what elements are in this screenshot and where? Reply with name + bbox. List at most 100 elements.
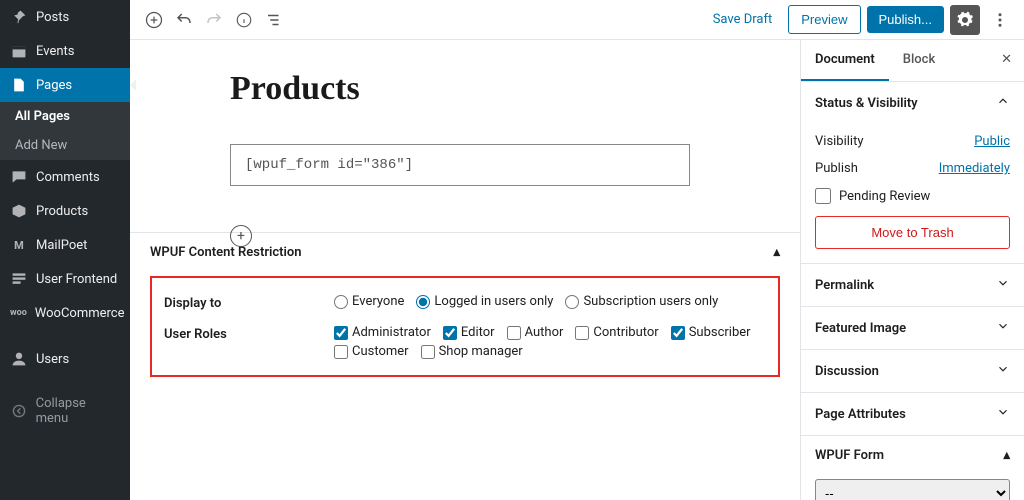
chevron-up-icon: ▴ [773, 245, 780, 260]
chevron-down-icon [996, 319, 1010, 337]
user-roles-options: Administrator Editor Author Contributor … [334, 325, 766, 359]
undo-button[interactable] [170, 6, 198, 34]
add-block-inline-button[interactable]: + [230, 225, 252, 247]
checkbox-customer[interactable] [334, 345, 348, 359]
redo-button[interactable] [200, 6, 228, 34]
section-featured-image[interactable]: Featured Image [801, 307, 1024, 349]
publish-value[interactable]: Immediately [939, 161, 1010, 176]
visibility-value[interactable]: Public [974, 134, 1010, 149]
role-subscriber[interactable]: Subscriber [671, 325, 751, 340]
sidebar-item-events[interactable]: Events [0, 34, 130, 68]
box-icon [10, 202, 28, 220]
sidebar-item-users[interactable]: Users [0, 342, 130, 376]
publish-button[interactable]: Publish... [867, 6, 944, 33]
info-button[interactable] [230, 6, 258, 34]
chevron-down-icon [996, 362, 1010, 380]
role-customer[interactable]: Customer [334, 344, 409, 359]
role-administrator[interactable]: Administrator [334, 325, 431, 340]
display-option-subscription[interactable]: Subscription users only [565, 294, 718, 309]
save-draft-button[interactable]: Save Draft [703, 6, 783, 33]
sidebar-item-mailpoet[interactable]: M MailPoet [0, 228, 130, 262]
sidebar-sub-add-new[interactable]: Add New [0, 131, 130, 160]
sidebar-item-label: Comments [36, 170, 100, 185]
checkbox-contributor[interactable] [575, 326, 589, 340]
section-page-attributes[interactable]: Page Attributes [801, 393, 1024, 435]
settings-sidebar: Document Block ✕ Status & Visibility Vis… [800, 40, 1024, 500]
add-block-button[interactable] [140, 6, 168, 34]
collapse-icon [10, 402, 28, 420]
checkbox-shop-manager[interactable] [421, 345, 435, 359]
checkbox-editor[interactable] [443, 326, 457, 340]
sidebar-item-label: Users [36, 352, 69, 367]
collapse-label: Collapse menu [36, 396, 120, 426]
chevron-down-icon [996, 276, 1010, 294]
radio-subscription[interactable] [565, 295, 579, 309]
metabox-title: WPUF Content Restriction [150, 245, 302, 260]
sidebar-item-label: Products [36, 204, 88, 219]
role-shop-manager[interactable]: Shop manager [421, 344, 523, 359]
visibility-label: Visibility [815, 134, 864, 149]
display-option-logged-in[interactable]: Logged in users only [416, 294, 553, 309]
form-icon [10, 270, 28, 288]
display-option-everyone[interactable]: Everyone [334, 294, 404, 309]
user-icon [10, 350, 28, 368]
editor-topbar: Save Draft Preview Publish... [130, 0, 1024, 40]
move-to-trash-button[interactable]: Move to Trash [815, 216, 1010, 249]
close-panel-button[interactable]: ✕ [989, 40, 1024, 81]
section-wpuf-form[interactable]: WPUF Form ▴ [801, 436, 1024, 475]
section-status-visibility[interactable]: Status & Visibility [801, 82, 1024, 124]
shortcode-block[interactable]: [wpuf_form id="386"] [230, 144, 690, 186]
page-title[interactable]: Products [230, 70, 780, 108]
tab-document[interactable]: Document [801, 40, 889, 81]
role-contributor[interactable]: Contributor [575, 325, 658, 340]
display-to-label: Display to [164, 294, 334, 311]
admin-sidebar: Posts Events Pages All Pages Add New Com… [0, 0, 130, 500]
sidebar-item-products[interactable]: Products [0, 194, 130, 228]
publish-label: Publish [815, 161, 858, 176]
calendar-icon [10, 42, 28, 60]
sidebar-item-label: Events [36, 44, 74, 59]
checkbox-administrator[interactable] [334, 326, 348, 340]
sidebar-item-user-frontend[interactable]: User Frontend [0, 262, 130, 296]
display-to-options: Everyone Logged in users only Subscripti… [334, 294, 766, 309]
main-area: Save Draft Preview Publish... Products [… [130, 0, 1024, 500]
sidebar-item-woocommerce[interactable]: woo WooCommerce [0, 296, 130, 330]
tab-block[interactable]: Block [889, 40, 949, 81]
sidebar-item-label: Pages [36, 78, 72, 93]
section-permalink[interactable]: Permalink [801, 264, 1024, 306]
user-roles-label: User Roles [164, 325, 334, 342]
sidebar-item-label: WooCommerce [35, 306, 125, 321]
pin-icon [10, 8, 28, 26]
role-editor[interactable]: Editor [443, 325, 495, 340]
sidebar-item-label: Posts [36, 10, 69, 25]
pending-review-label: Pending Review [839, 189, 930, 204]
page-icon [10, 76, 28, 94]
checkbox-author[interactable] [507, 326, 521, 340]
checkbox-subscriber[interactable] [671, 326, 685, 340]
sidebar-item-posts[interactable]: Posts [0, 0, 130, 34]
chevron-up-icon: ▴ [1003, 448, 1010, 463]
sidebar-sub-all-pages[interactable]: All Pages [0, 102, 130, 131]
outline-button[interactable] [260, 6, 288, 34]
sidebar-item-label: User Frontend [36, 272, 117, 287]
section-discussion[interactable]: Discussion [801, 350, 1024, 392]
chevron-up-icon [996, 94, 1010, 112]
sidebar-item-label: MailPoet [36, 238, 87, 253]
woo-icon: woo [10, 304, 27, 322]
block-editor: Products [wpuf_form id="386"] + WPUF Con… [130, 40, 800, 500]
chevron-down-icon [996, 405, 1010, 423]
mailpoet-icon: M [10, 236, 28, 254]
radio-everyone[interactable] [334, 295, 348, 309]
sidebar-item-comments[interactable]: Comments [0, 160, 130, 194]
wpuf-form-select[interactable]: -- [815, 479, 1010, 500]
pending-review-checkbox[interactable] [815, 188, 831, 204]
comment-icon [10, 168, 28, 186]
role-author[interactable]: Author [507, 325, 564, 340]
radio-logged-in[interactable] [416, 295, 430, 309]
more-options-button[interactable] [986, 6, 1014, 34]
preview-button[interactable]: Preview [788, 5, 860, 34]
settings-toggle[interactable] [950, 5, 980, 35]
wpuf-restriction-metabox: WPUF Content Restriction ▴ Display to Ev… [130, 232, 800, 377]
collapse-menu[interactable]: Collapse menu [0, 388, 130, 434]
sidebar-item-pages[interactable]: Pages [0, 68, 130, 102]
